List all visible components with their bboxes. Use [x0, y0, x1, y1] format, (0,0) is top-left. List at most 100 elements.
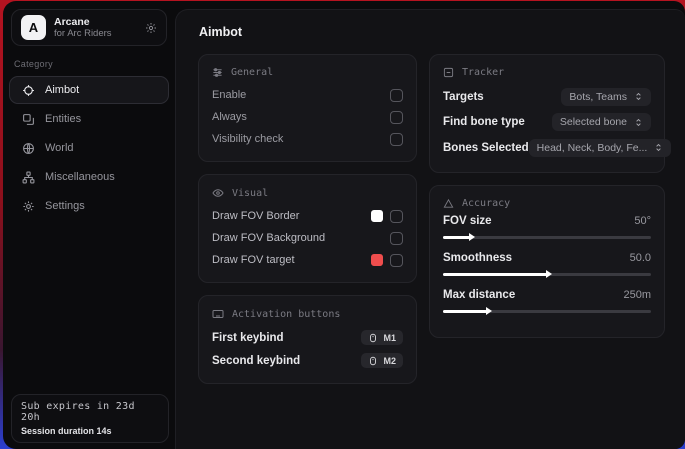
fov-target-checkbox[interactable] [390, 254, 403, 267]
setting-row-find-bone-type: Find bone type Selected bone [443, 110, 651, 136]
slider-label: Max distance [443, 289, 515, 301]
sidebar-item-entities[interactable]: Entities [9, 105, 169, 133]
fov-background-checkbox[interactable] [390, 232, 403, 245]
setting-controls [371, 210, 403, 223]
setting-row-first-keybind: First keybind M1 [212, 326, 403, 349]
max-distance-slider-group: Max distance 250m [443, 289, 651, 313]
accuracy-card: Accuracy FOV size 50° Smoothness [429, 185, 665, 338]
color-swatch-white[interactable] [371, 210, 383, 222]
tracker-card: Tracker Targets Bots, Teams [429, 54, 665, 173]
slider-label: FOV size [443, 215, 492, 227]
setting-row-second-keybind: Second keybind M2 [212, 349, 403, 372]
card-header-label: Tracker [462, 67, 504, 78]
first-keybind-button[interactable]: M1 [361, 330, 403, 345]
chevrons-up-down-icon [634, 118, 643, 127]
slider-thumb[interactable] [546, 270, 552, 278]
brand-title: Arcane [54, 16, 112, 29]
brand-text: Arcane for Arc Riders [54, 16, 112, 40]
keyboard-icon [212, 308, 224, 320]
sliders-icon [212, 67, 223, 78]
setting-row-enable: Enable [212, 84, 403, 106]
sidebar-item-label: World [45, 142, 74, 154]
sidebar-item-settings[interactable]: Settings [9, 192, 169, 220]
settings-gear-icon[interactable] [145, 22, 157, 34]
second-keybind-button[interactable]: M2 [361, 353, 403, 368]
visual-card-header: Visual [212, 187, 403, 199]
setting-controls [371, 254, 403, 267]
sidebar-item-label: Miscellaneous [45, 171, 115, 183]
slider-label: Smoothness [443, 252, 512, 264]
general-card-header: General [212, 67, 403, 78]
globe-icon [22, 142, 35, 155]
select-value: Bots, Teams [569, 91, 627, 103]
left-column: General Enable Always Visibility check [198, 54, 417, 384]
slider-value: 250m [623, 289, 651, 301]
sidebar-item-label: Entities [45, 113, 81, 125]
gear-icon [22, 200, 35, 213]
eye-icon [212, 187, 224, 199]
sidebar-nav: Aimbot Entities World [3, 76, 175, 221]
sidebar-item-aimbot[interactable]: Aimbot [9, 76, 169, 104]
setting-row-targets: Targets Bots, Teams [443, 84, 651, 110]
slider-head: Max distance 250m [443, 289, 651, 301]
sidebar-item-world[interactable]: World [9, 134, 169, 162]
targets-select[interactable]: Bots, Teams [561, 88, 651, 106]
always-checkbox[interactable] [390, 111, 403, 124]
app-window: A Arcane for Arc Riders Category [3, 1, 685, 449]
slider-fill [443, 310, 487, 313]
main-panel: Aimbot General Enable [175, 9, 685, 449]
right-column: Tracker Targets Bots, Teams [429, 54, 665, 338]
select-value: Selected bone [560, 116, 627, 128]
setting-label: First keybind [212, 332, 284, 344]
setting-row-bones-selected: Bones Selected Head, Neck, Body, Fe... [443, 135, 651, 161]
entities-icon [22, 113, 35, 126]
chevrons-up-down-icon [634, 92, 643, 101]
fov-border-checkbox[interactable] [390, 210, 403, 223]
slider-value: 50.0 [630, 252, 651, 264]
session-duration-text: Session duration 14s [21, 426, 159, 436]
activation-card-header: Activation buttons [212, 308, 403, 320]
mouse-icon [368, 333, 378, 343]
crosshair-icon [22, 84, 35, 97]
enable-checkbox[interactable] [390, 89, 403, 102]
setting-row-fov-background: Draw FOV Background [212, 227, 403, 249]
cards-grid: General Enable Always Visibility check [198, 54, 665, 384]
max-distance-slider[interactable] [443, 310, 651, 313]
setting-label: Draw FOV Border [212, 210, 299, 222]
activation-card: Activation buttons First keybind M1 [198, 295, 417, 384]
slider-head: FOV size 50° [443, 215, 651, 227]
visibility-check-checkbox[interactable] [390, 133, 403, 146]
general-card: General Enable Always Visibility check [198, 54, 417, 162]
brand-header: A Arcane for Arc Riders [11, 9, 167, 46]
fov-size-slider[interactable] [443, 236, 651, 239]
sitemap-icon [22, 171, 35, 184]
setting-row-fov-target: Draw FOV target [212, 249, 403, 271]
find-bone-type-select[interactable]: Selected bone [552, 113, 651, 131]
page-title: Aimbot [199, 25, 665, 39]
keybind-value: M2 [383, 356, 396, 366]
slider-thumb[interactable] [469, 233, 475, 241]
subscription-card: Sub expires in 23d 20h Session duration … [11, 394, 169, 443]
sidebar-item-label: Aimbot [45, 84, 79, 96]
slider-thumb[interactable] [486, 307, 492, 315]
setting-label: Find bone type [443, 116, 525, 128]
fov-size-slider-group: FOV size 50° [443, 215, 651, 239]
card-header-label: Accuracy [462, 198, 510, 209]
card-header-label: Visual [232, 188, 268, 199]
accuracy-card-header: Accuracy [443, 198, 651, 209]
mouse-icon [368, 356, 378, 366]
slider-head: Smoothness 50.0 [443, 252, 651, 264]
bones-selected-select[interactable]: Head, Neck, Body, Fe... [529, 139, 672, 157]
brand-logo: A [21, 15, 46, 40]
setting-label: Draw FOV Background [212, 232, 325, 244]
color-swatch-red[interactable] [371, 254, 383, 266]
brand-subtitle: for Arc Riders [54, 28, 112, 39]
scan-box-icon [443, 67, 454, 78]
chevrons-up-down-icon [654, 143, 663, 152]
smoothness-slider[interactable] [443, 273, 651, 276]
setting-label: Visibility check [212, 133, 283, 145]
sidebar-item-label: Settings [45, 200, 85, 212]
sidebar-item-miscellaneous[interactable]: Miscellaneous [9, 163, 169, 191]
sidebar: A Arcane for Arc Riders Category [3, 1, 175, 449]
tracker-card-header: Tracker [443, 67, 651, 78]
